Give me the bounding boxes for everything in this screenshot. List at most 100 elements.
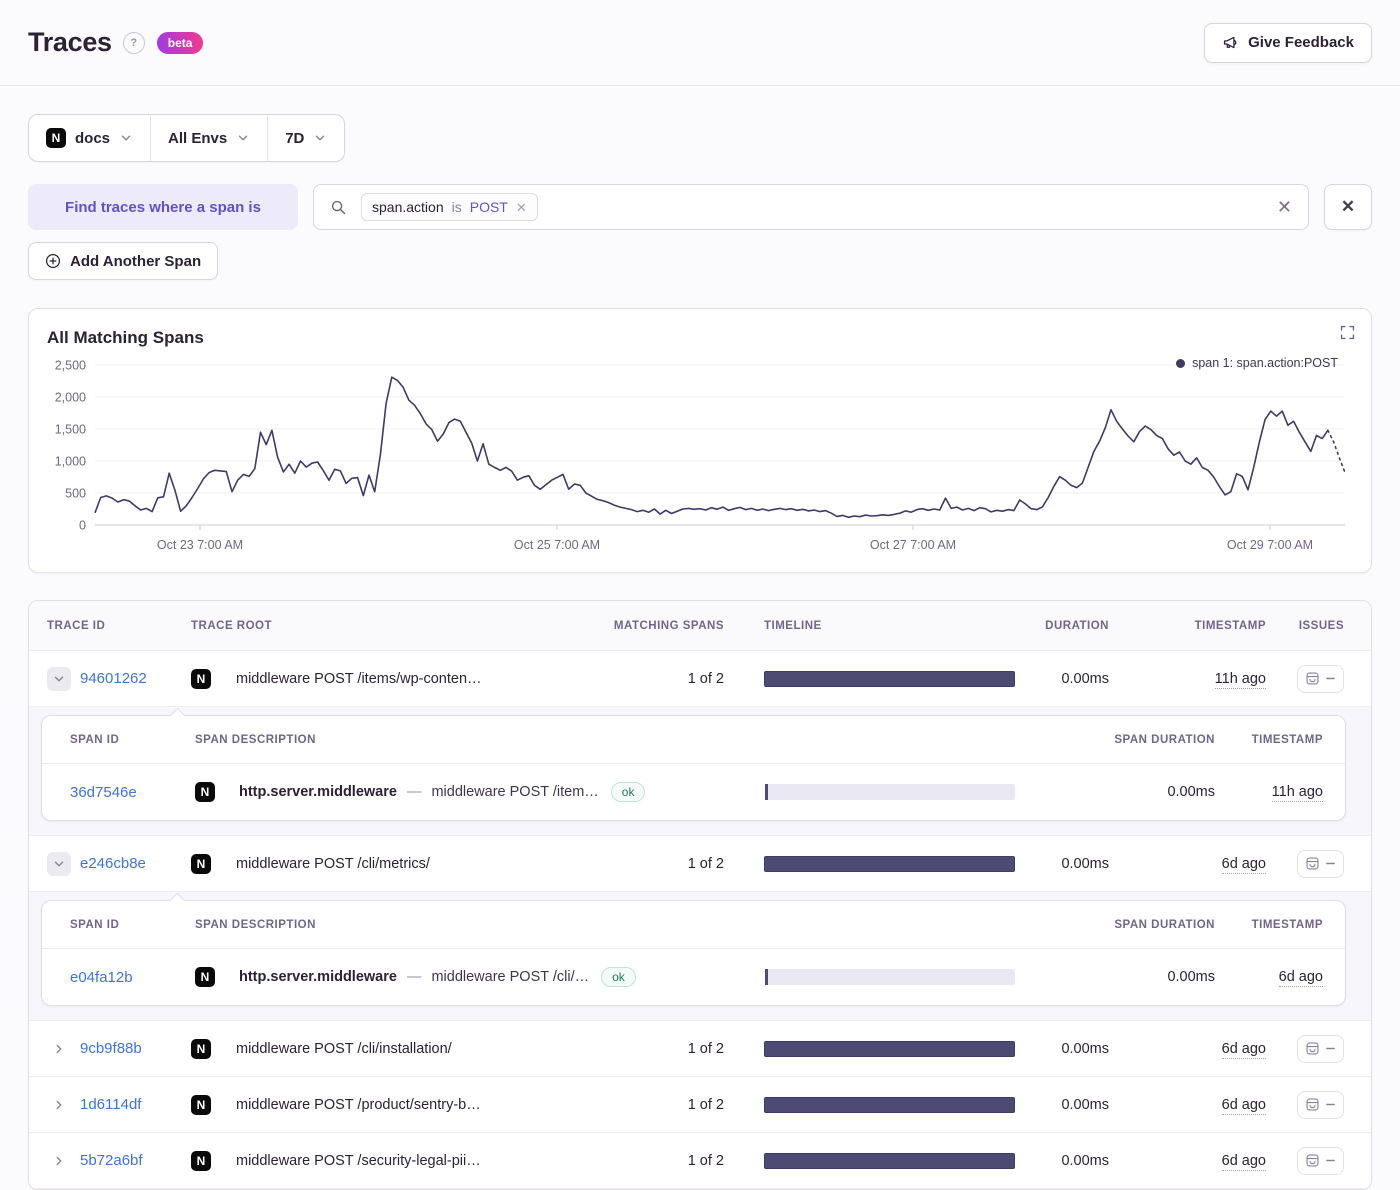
nextjs-icon: N xyxy=(195,782,215,802)
matching-spans-cell: 1 of 2 xyxy=(574,1097,724,1113)
minus-icon xyxy=(1325,1099,1336,1110)
chevron-down-icon xyxy=(52,672,66,686)
issues-button[interactable] xyxy=(1297,665,1344,693)
search-clear-icon[interactable]: ✕ xyxy=(1277,198,1292,216)
duration-cell: 0.00ms xyxy=(1015,1041,1109,1057)
table-rows: 94601262Nmiddleware POST /items/wp-conte… xyxy=(29,651,1371,1189)
svg-text:Oct 29 7:00 AM: Oct 29 7:00 AM xyxy=(1227,538,1313,552)
trace-id-cell: e246cb8e xyxy=(47,852,191,876)
trace-root-label: middleware POST /product/sentry-b… xyxy=(236,1097,481,1113)
issues-button[interactable] xyxy=(1297,1035,1344,1063)
duration-cell: 0.00ms xyxy=(1015,1097,1109,1113)
trace-id-cell: 94601262 xyxy=(47,667,191,691)
trace-search-input[interactable]: span.action is POST ✕ ✕ xyxy=(313,184,1309,230)
environment-filter-label: All Envs xyxy=(168,130,227,147)
nextjs-icon: N xyxy=(191,854,211,874)
issues-button[interactable] xyxy=(1297,1147,1344,1175)
col-span-timestamp: TIMESTAMP xyxy=(1215,734,1323,746)
span-table: SPAN IDSPAN DESCRIPTIONSPAN DURATIONTIME… xyxy=(41,900,1346,1006)
trace-root-cell: Nmiddleware POST /cli/metrics/ xyxy=(191,854,574,874)
traces-table: TRACE ID TRACE ROOT MATCHING SPANS TIMEL… xyxy=(28,600,1372,1190)
timeline-cell xyxy=(724,671,1015,687)
trace-root-cell: Nmiddleware POST /security-legal-pii… xyxy=(191,1151,574,1171)
issues-icon xyxy=(1305,1041,1320,1056)
span-timeline-marker xyxy=(765,784,768,800)
span-table-header: SPAN IDSPAN DESCRIPTIONSPAN DURATIONTIME… xyxy=(42,901,1345,949)
trace-row: 9cb9f88bNmiddleware POST /cli/installati… xyxy=(29,1021,1371,1077)
search-icon xyxy=(330,199,347,216)
span-id-link[interactable]: 36d7546e xyxy=(70,784,137,801)
trace-expand-button[interactable] xyxy=(47,852,71,876)
timestamp-cell: 6d ago xyxy=(1109,1041,1266,1057)
fullscreen-icon[interactable] xyxy=(1339,324,1356,341)
span-duration-cell: 0.00ms xyxy=(1015,784,1215,800)
trace-root-label: middleware POST /cli/metrics/ xyxy=(236,856,430,872)
span-timeline-marker xyxy=(765,969,768,985)
span-id-link[interactable]: e04fa12b xyxy=(70,969,133,986)
trace-timestamp: 6d ago xyxy=(1222,1097,1266,1115)
trace-id-link[interactable]: 94601262 xyxy=(80,670,147,687)
minus-icon xyxy=(1325,1043,1336,1054)
matching-spans-cell: 1 of 2 xyxy=(574,1041,724,1057)
trace-expand-button[interactable] xyxy=(47,1037,71,1061)
issues-button[interactable] xyxy=(1297,1091,1344,1119)
give-feedback-label: Give Feedback xyxy=(1248,34,1354,51)
col-issues: ISSUES xyxy=(1266,620,1344,632)
nextjs-icon: N xyxy=(191,1095,211,1115)
remove-span-filter-button[interactable]: ✕ xyxy=(1324,184,1372,230)
minus-icon xyxy=(1325,673,1336,684)
col-span-duration: SPAN DURATION xyxy=(1015,734,1215,746)
expanded-spans-zone: SPAN IDSPAN DESCRIPTIONSPAN DURATIONTIME… xyxy=(29,707,1371,836)
timestamp-cell: 6d ago xyxy=(1109,856,1266,872)
trace-id-link[interactable]: 1d6114df xyxy=(80,1096,141,1113)
trace-id-link[interactable]: 5b72a6bf xyxy=(80,1152,143,1169)
chevron-down-icon xyxy=(119,131,133,145)
nextjs-icon: N xyxy=(46,128,66,148)
project-filter-label: docs xyxy=(75,130,110,147)
span-timeline-bar xyxy=(765,969,1015,985)
svg-text:2,500: 2,500 xyxy=(55,359,86,373)
trace-id-link[interactable]: e246cb8e xyxy=(80,855,146,872)
issues-icon xyxy=(1305,1153,1320,1168)
chart-legend[interactable]: span 1: span.action:POST xyxy=(1176,356,1338,370)
add-another-span-button[interactable]: Add Another Span xyxy=(28,242,218,280)
trace-root-label: middleware POST /cli/installation/ xyxy=(236,1041,452,1057)
trace-expand-button[interactable] xyxy=(47,1149,71,1173)
table-header: TRACE ID TRACE ROOT MATCHING SPANS TIMEL… xyxy=(29,601,1371,651)
span-id-cell: e04fa12b xyxy=(70,969,195,986)
span-timeline-cell xyxy=(765,969,1015,985)
trace-timestamp: 6d ago xyxy=(1222,1041,1266,1059)
plus-circle-icon xyxy=(45,253,61,269)
page-title: Traces xyxy=(28,27,112,58)
environment-filter[interactable]: All Envs xyxy=(151,115,267,161)
project-filter[interactable]: N docs xyxy=(29,115,150,161)
token-operator: is xyxy=(452,199,462,215)
give-feedback-button[interactable]: Give Feedback xyxy=(1204,23,1372,63)
span-search-row: Find traces where a span is span.action … xyxy=(28,184,1372,230)
col-span-description: SPAN DESCRIPTION xyxy=(195,919,765,931)
duration-cell: 0.00ms xyxy=(1015,671,1109,687)
issues-cell xyxy=(1266,665,1344,693)
expanded-spans-zone: SPAN IDSPAN DESCRIPTIONSPAN DURATIONTIME… xyxy=(29,892,1371,1021)
page-filter-bar: N docs All Envs 7D xyxy=(28,114,345,162)
status-badge: ok xyxy=(611,782,646,802)
legend-dot xyxy=(1176,359,1185,368)
chevron-down-icon xyxy=(52,857,66,871)
duration-cell: 0.00ms xyxy=(1015,856,1109,872)
trace-expand-button[interactable] xyxy=(47,667,71,691)
trace-id-link[interactable]: 9cb9f88b xyxy=(80,1040,142,1057)
col-duration: DURATION xyxy=(1015,620,1109,632)
nextjs-icon: N xyxy=(191,669,211,689)
nextjs-icon: N xyxy=(195,967,215,987)
trace-row: 1d6114df Nmiddleware POST /product/sentry… xyxy=(29,1077,1371,1133)
span-op: http.server.middleware xyxy=(239,969,397,985)
filter-token[interactable]: span.action is POST ✕ xyxy=(361,193,538,221)
token-remove-icon[interactable]: ✕ xyxy=(516,201,527,214)
trace-expand-button[interactable] xyxy=(47,1093,71,1117)
trace-root-cell: Nmiddleware POST /product/sentry-b… xyxy=(191,1095,574,1115)
token-key: span.action xyxy=(372,199,444,215)
svg-text:Oct 23 7:00 AM: Oct 23 7:00 AM xyxy=(157,538,243,552)
issues-button[interactable] xyxy=(1297,850,1344,878)
help-icon[interactable]: ? xyxy=(123,32,145,54)
date-range-filter[interactable]: 7D xyxy=(268,115,344,161)
